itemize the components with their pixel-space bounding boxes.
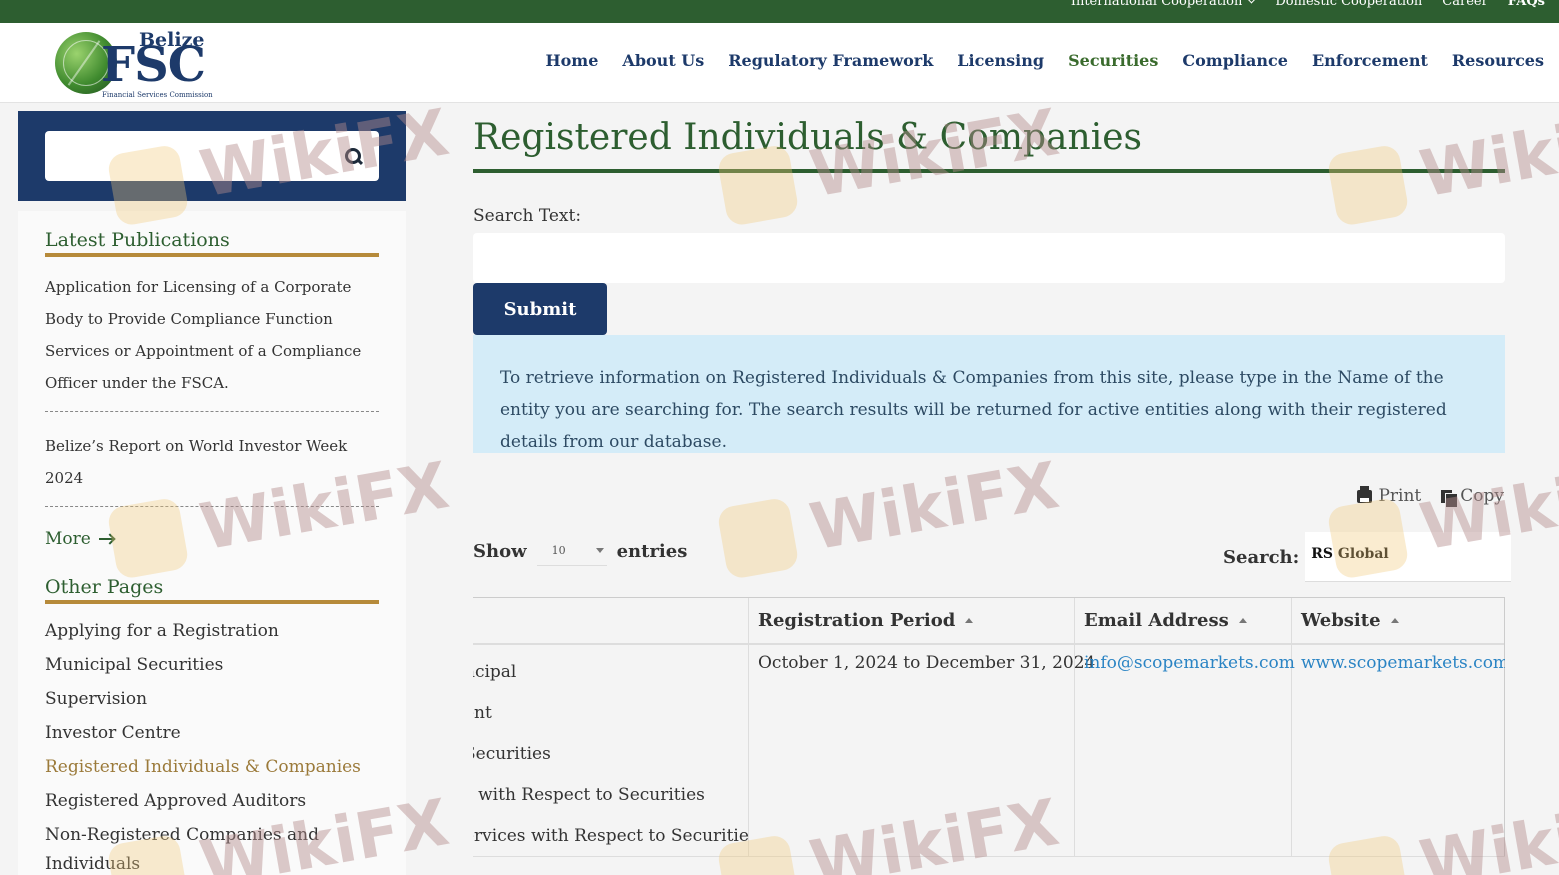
logo-acronym: FSC <box>101 37 206 93</box>
nav-item-licensing[interactable]: Licensing <box>957 51 1044 70</box>
table-search-input[interactable]: RS Global <box>1305 532 1512 582</box>
cell-line: Securities <box>473 744 551 764</box>
other-page-registered-individuals-companies[interactable]: Registered Individuals & Companies <box>45 750 379 784</box>
other-pages-title: Other Pages <box>45 576 379 604</box>
other-page-applying-for-registration[interactable]: Applying for a Registration <box>45 614 379 648</box>
top-links: International Cooperation Domestic Coope… <box>1071 0 1545 9</box>
latest-publications-panel: Latest Publications Application for Lice… <box>18 211 406 566</box>
nav-item-enforcement[interactable]: Enforcement <box>1312 51 1428 70</box>
table-search: Search: RS Global <box>1223 532 1512 582</box>
other-page-non-registered-companies[interactable]: Non-Registered Companies and Individuals <box>45 821 379 875</box>
nav-item-regulatory-framework[interactable]: Regulatory Framework <box>728 51 933 70</box>
publication-item[interactable]: Application for Licensing of a Corporate… <box>45 257 379 412</box>
top-link-faqs[interactable]: FAQs <box>1508 0 1545 9</box>
other-page-municipal-securities[interactable]: Municipal Securities <box>45 648 379 682</box>
top-link-label: FAQs <box>1507 0 1545 9</box>
other-page-supervision[interactable]: Supervision <box>45 682 379 716</box>
sidebar-search-box <box>18 111 406 201</box>
top-link-label: International Cooperation <box>1070 0 1243 9</box>
cell-email-link[interactable]: info@scopemarkets.com <box>1074 645 1295 681</box>
site-header: Belize FSC Financial Services Commission… <box>0 23 1559 103</box>
sidebar-search-overlay <box>45 131 379 181</box>
copy-label: Copy <box>1460 486 1504 506</box>
search-text-input[interactable] <box>473 233 1505 283</box>
cell-line: ncipal <box>473 662 517 682</box>
table-column-registration-period: Registration Period October 1, 2024 to D… <box>748 597 1096 856</box>
header-label: Registration Period <box>758 610 956 631</box>
copy-button[interactable]: Copy <box>1441 486 1504 508</box>
cell-website-link[interactable]: www.scopemarkets.com <box>1291 645 1505 681</box>
top-link-international-cooperation[interactable]: International Cooperation <box>1070 0 1257 9</box>
print-label: Print <box>1378 486 1422 506</box>
first-column-lines: ncipal ent Securities s with Respect to … <box>473 652 749 857</box>
nav-item-resources[interactable]: Resources <box>1452 51 1544 70</box>
column-header-website[interactable]: Website <box>1291 597 1504 645</box>
chevron-down-icon <box>1246 0 1257 4</box>
cell-line: s with Respect to Securities <box>473 785 705 805</box>
search-text-label: Search Text: <box>473 206 582 226</box>
first-column-text: ncipal ent Securities s with Respect to … <box>473 652 749 857</box>
other-pages-panel: Other Pages Applying for a Registration … <box>18 558 406 875</box>
header-label: Website <box>1301 610 1381 631</box>
table-search-label: Search: <box>1223 546 1300 568</box>
column-header[interactable] <box>473 597 748 645</box>
top-link-career[interactable]: Career <box>1442 0 1488 9</box>
fsc-logo[interactable]: Belize FSC Financial Services Commission <box>55 29 213 99</box>
print-button[interactable]: Print <box>1357 485 1422 506</box>
header-label: Email Address <box>1084 610 1229 631</box>
logo-subtitle: Financial Services Commission <box>102 91 213 99</box>
title-divider <box>473 169 1505 173</box>
entries-select[interactable]: 10 <box>536 536 607 566</box>
table-tools: Print Copy <box>1357 485 1504 508</box>
nav-item-home[interactable]: Home <box>546 51 599 70</box>
other-page-registered-approved-auditors[interactable]: Registered Approved Auditors <box>45 784 379 818</box>
search-icon[interactable] <box>345 148 363 166</box>
sidebar: Latest Publications Application for Lice… <box>18 111 406 875</box>
column-header-email[interactable]: Email Address <box>1074 597 1291 645</box>
cell-line: ent <box>473 703 492 723</box>
publication-item[interactable]: Belize’s Report on World Investor Week 2… <box>45 412 379 507</box>
more-label: More <box>45 529 91 549</box>
table-column-website: Website www.scopemarkets.com <box>1291 597 1505 856</box>
entries-label: entries <box>616 540 688 562</box>
table-column-email: Email Address info@scopemarkets.com <box>1074 597 1295 856</box>
top-bar: International Cooperation Domestic Coope… <box>0 0 1559 23</box>
page-title: Registered Individuals & Companies <box>473 117 1142 158</box>
arrow-right-icon <box>98 538 113 540</box>
other-page-investor-centre[interactable]: Investor Centre <box>45 716 379 750</box>
cell-registration-period: October 1, 2024 to December 31, 2024 <box>758 653 1096 673</box>
latest-publications-title: Latest Publications <box>45 229 379 257</box>
sort-up-icon <box>1238 618 1247 623</box>
nav-item-securities[interactable]: Securities <box>1068 51 1158 70</box>
show-label: Show <box>473 540 527 562</box>
main-nav: Home About Us Regulatory Framework Licen… <box>546 51 1545 70</box>
sort-up-icon <box>965 618 974 623</box>
cell-line: ervices with Respect to Securities <box>473 826 749 846</box>
sort-up-icon <box>1390 618 1399 623</box>
nav-item-about-us[interactable]: About Us <box>622 51 704 70</box>
copy-icon <box>1441 489 1459 508</box>
info-notice: To retrieve information on Registered In… <box>473 335 1505 453</box>
entries-length-control: Show 10 entries <box>473 536 687 566</box>
top-link-domestic-cooperation[interactable]: Domestic Cooperation <box>1275 0 1422 9</box>
nav-item-compliance[interactable]: Compliance <box>1182 51 1288 70</box>
printer-icon <box>1357 485 1373 503</box>
column-header-registration-period[interactable]: Registration Period <box>748 597 1074 645</box>
submit-button[interactable]: Submit <box>473 283 607 335</box>
